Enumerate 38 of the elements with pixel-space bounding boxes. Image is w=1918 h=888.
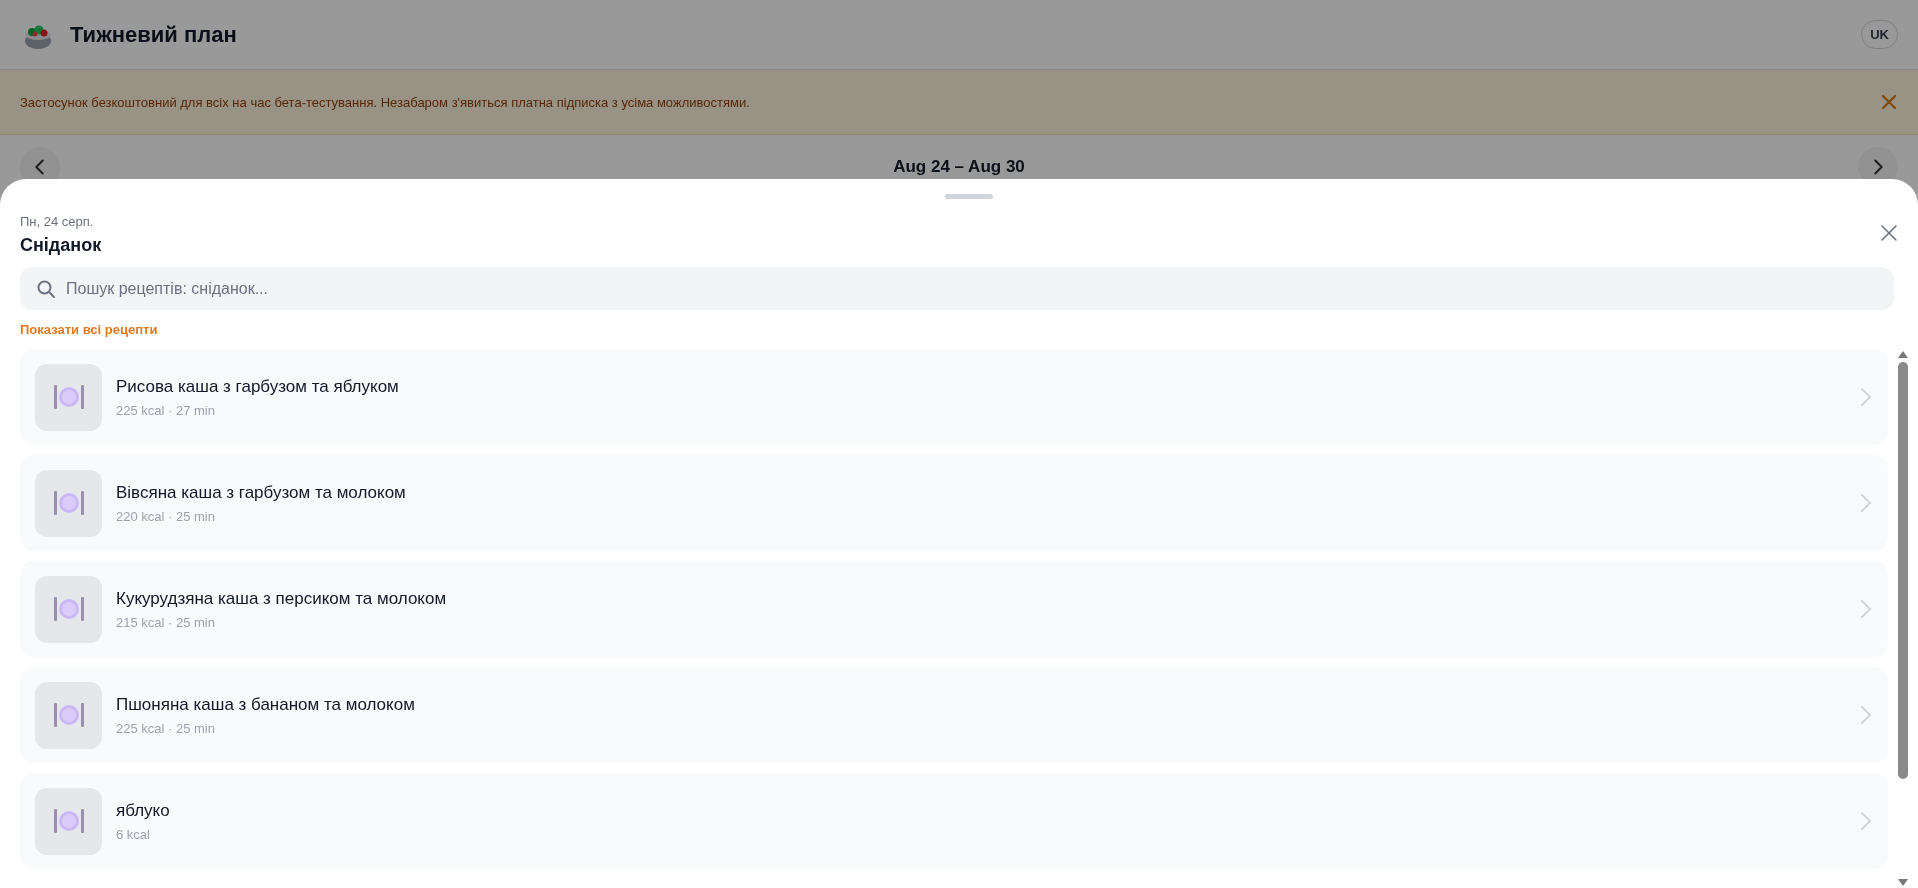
- recipe-name: Рисова каша з гарбузом та яблуком: [116, 376, 400, 397]
- chevron-right-icon: [1860, 811, 1872, 831]
- recipe-card[interactable]: Вівсяна каша з гарбузом та молоком 220 kcal · 25 min: [20, 455, 1888, 551]
- close-button[interactable]: [1880, 93, 1898, 111]
- chevron-right-icon: [1860, 387, 1872, 407]
- plate-cutlery-icon: [51, 383, 86, 411]
- recipe-meta: 220 kcal · 25 min: [116, 508, 216, 524]
- meal-title: Сніданок: [20, 235, 103, 256]
- scroll-up-arrow-icon[interactable]: [1898, 351, 1908, 358]
- recipe-card[interactable]: Пшоняна каша з бананом та молоком 225 kcal · 25 min: [20, 667, 1888, 763]
- recipe-meta: 225 kcal · 25 min: [116, 720, 216, 736]
- chevron-right-icon: [1860, 599, 1872, 619]
- recipe-name: Вівсяна каша з гарбузом та молоком: [116, 482, 407, 503]
- scroll-down-arrow-icon[interactable]: [1898, 879, 1908, 886]
- plate-cutlery-icon: [51, 489, 86, 517]
- day-label: Пн, 24 серп.: [20, 214, 95, 229]
- scrollbar-thumb[interactable]: [1898, 362, 1908, 779]
- language-button[interactable]: UK: [1861, 20, 1898, 49]
- plate-cutlery-icon: [51, 807, 86, 835]
- recipe-name: Пшоняна каша з бананом та молоком: [116, 694, 416, 715]
- recipe-meta: 6 kcal: [116, 826, 151, 842]
- chevron-right-icon: [1860, 705, 1872, 725]
- banner-message: Застосунок безкоштовний для всіх на час бета-тестування. Незабаром з'явиться платна підписка з усіма можливостями.: [20, 94, 751, 110]
- drag-handle[interactable]: [945, 194, 993, 199]
- recipe-card[interactable]: Кукурудзяна каша з персиком та молоком 215 kcal · 25 min: [20, 561, 1888, 657]
- recipe-meta: 215 kcal · 25 min: [116, 614, 216, 630]
- recipe-name: яблуко: [116, 800, 171, 821]
- recipe-name: Кукурудзяна каша з персиком та молоком: [116, 588, 448, 609]
- recipe-card[interactable]: яблуко 6 kcal: [20, 773, 1888, 869]
- recipe-meta: 225 kcal · 27 min: [116, 402, 216, 418]
- app-title: Тижневий план: [70, 21, 238, 48]
- chevron-right-icon: [1860, 493, 1872, 513]
- week-range: Aug 24 – Aug 30: [893, 157, 1025, 177]
- recipe-card[interactable]: Рисова каша з гарбузом та яблуком 225 kcal · 27 min: [20, 349, 1888, 445]
- close-button[interactable]: [1880, 224, 1898, 242]
- plate-cutlery-icon: [51, 595, 86, 623]
- plate-cutlery-icon: [51, 701, 86, 729]
- search-field[interactable]: Пошук рецептів: сніданок...: [20, 267, 1894, 310]
